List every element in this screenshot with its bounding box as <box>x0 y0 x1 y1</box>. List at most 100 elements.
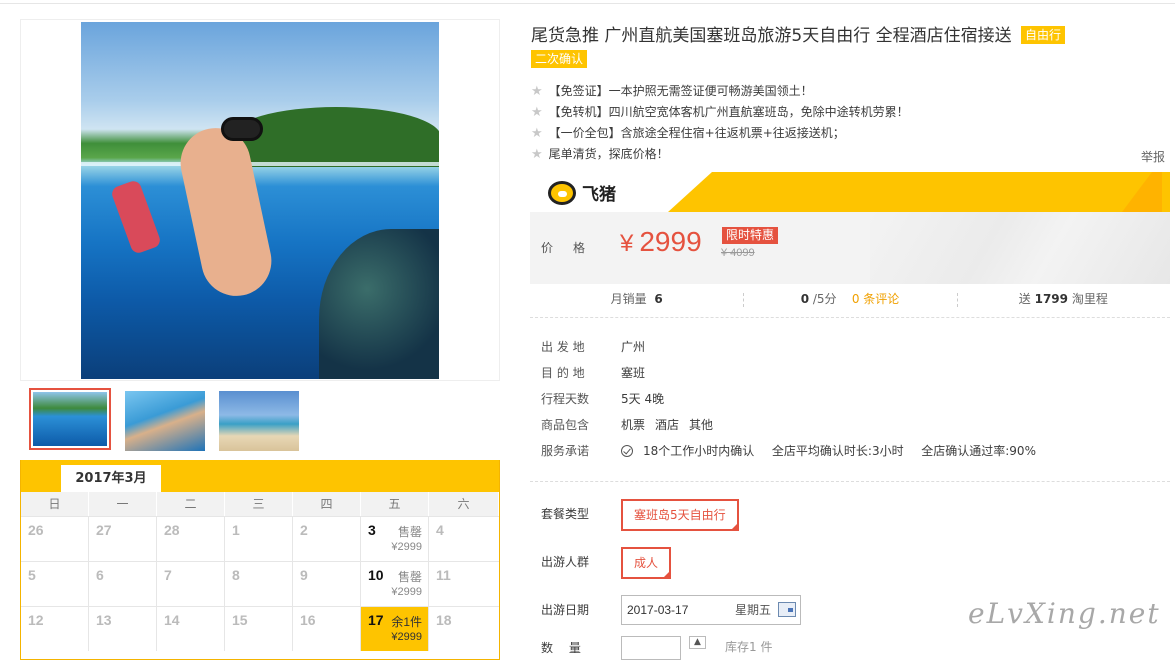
info-row-destination: 目 的 地塞班 <box>541 366 646 380</box>
day-number: 8 <box>232 567 240 583</box>
quantity-increment-button[interactable]: ▲ <box>689 636 706 649</box>
fliggy-logo[interactable]: 飞猪 <box>548 180 616 205</box>
calendar-week: 26 27 28 1 2 3 售罄 ¥2999 4 <box>21 516 499 561</box>
calendar-day[interactable]: 10 售罄 ¥2999 <box>361 562 429 606</box>
day-number: 13 <box>96 612 112 628</box>
day-number: 17 <box>368 612 384 628</box>
banner-yellow-band <box>668 172 1170 212</box>
day-number: 2 <box>300 522 308 538</box>
calendar-day[interactable]: 3 售罄 ¥2999 <box>361 517 429 561</box>
top-divider <box>0 3 1175 4</box>
original-price: ¥ 4099 <box>721 247 755 259</box>
star-icon: ★ <box>531 105 543 120</box>
tag-row: 二次确认 <box>531 50 588 69</box>
day-number: 10 <box>368 567 384 583</box>
info-row-service: 服务承诺 18个工作小时内确认 全店平均确认时长:3小时 全店确认通过率:90% <box>541 444 1036 458</box>
price-label: 价格 <box>541 241 606 255</box>
calendar-day: 13 <box>89 607 157 651</box>
quantity-label: 数 量 <box>541 641 587 655</box>
day-number: 9 <box>300 567 308 583</box>
package-type-label: 套餐类型 <box>541 507 590 521</box>
stats-bar: 月销量 6 0 /5分 0 条评论 送 1799 淘里程 <box>530 284 1170 318</box>
calendar-day[interactable]: 17 余1件 ¥2999 <box>361 607 429 651</box>
fliggy-brand-text: 飞猪 <box>582 185 616 205</box>
calendar-icon[interactable] <box>778 602 796 617</box>
star-icon: ★ <box>531 84 543 99</box>
price-box-background <box>870 212 1170 284</box>
day-number: 6 <box>96 567 104 583</box>
day-number: 3 <box>368 522 376 538</box>
calendar-day: 5 <box>21 562 89 606</box>
promo-badge: 限时特惠 <box>722 227 779 244</box>
day-number: 7 <box>164 567 172 583</box>
free-travel-tag: 自由行 <box>1021 26 1066 44</box>
day-number: 16 <box>300 612 316 628</box>
day-number: 12 <box>28 612 44 628</box>
monthly-sales: 月销量 6 <box>610 292 663 306</box>
info-row-departure: 出 发 地广州 <box>541 340 646 354</box>
stock-text: 库存1 件 <box>725 640 773 654</box>
price-box: 价格 ¥2999 限时特惠 ¥ 4099 <box>530 212 1170 284</box>
thumbnail-1[interactable] <box>29 388 111 450</box>
weekday-label: 四 <box>293 492 361 516</box>
fliggy-banner: 飞猪 <box>530 172 1170 212</box>
feature-item: ★ 【一价全包】含旅途全程住宿+往返机票+往返接送机； <box>531 126 845 141</box>
info-row-duration: 行程天数 5天 4晚 <box>541 392 665 406</box>
feature-item: ★ 尾单清货，探底价格！ <box>531 147 669 162</box>
star-icon: ★ <box>531 126 543 141</box>
site-watermark: eLvXing.net <box>968 597 1161 630</box>
calendar-month-tab[interactable]: 2017年3月 <box>61 465 161 492</box>
feature-item: ★ 【免签证】一本护照无需签证便可畅游美国领土！ <box>531 84 813 99</box>
current-price: ¥2999 <box>620 226 702 258</box>
weekday-label: 五 <box>361 492 429 516</box>
thumbnail-3[interactable] <box>219 391 299 451</box>
quantity-input[interactable] <box>621 636 681 660</box>
main-product-image[interactable] <box>81 22 439 379</box>
reviews-link[interactable]: 0 条评论 <box>852 292 899 306</box>
day-status: 余1件 <box>391 615 422 629</box>
calendar-day: 12 <box>21 607 89 651</box>
waterline-graphic <box>81 162 439 166</box>
date-value: 2017-03-17 <box>627 603 689 617</box>
date-calendar: 2017年3月 日 一 二 三 四 五 六 26 27 28 1 2 3 售罄 ¥2999 4 5… <box>20 460 500 660</box>
product-title-text: 尾货急推 广州直航美国塞班岛旅游5天自由行 全程酒店住宿接送 <box>531 26 1012 46</box>
day-number: 26 <box>28 522 44 538</box>
mileage-points: 送 1799 淘里程 <box>956 284 1170 317</box>
crowd-option-button[interactable]: 成人 <box>621 547 672 579</box>
fin-graphic <box>109 178 163 256</box>
day-number: 11 <box>436 567 451 583</box>
package-option-button[interactable]: 塞班岛5天自由行 <box>621 499 739 531</box>
calendar-day: 11 <box>429 562 499 606</box>
thumbnail-2[interactable] <box>125 391 205 451</box>
calendar-day: 4 <box>429 517 499 561</box>
price-value: 2999 <box>639 226 702 257</box>
calendar-grid: 26 27 28 1 2 3 售罄 ¥2999 4 5 6 7 8 9 10 售罄 ¥2999 11 12 13 14 1… <box>21 516 499 651</box>
calendar-week: 12 13 14 15 16 17 余1件 ¥2999 18 <box>21 606 499 651</box>
day-price: ¥2999 <box>391 586 422 598</box>
day-number: 18 <box>436 612 452 628</box>
weekday-label: 六 <box>429 492 499 516</box>
weekday-label: 三 <box>225 492 293 516</box>
product-title: 尾货急推 广州直航美国塞班岛旅游5天自由行 全程酒店住宿接送 自由行 <box>531 21 1066 46</box>
calendar-header: 2017年3月 <box>21 460 499 492</box>
travel-date-input[interactable]: 2017-03-17 星期五 <box>621 595 801 625</box>
day-number: 14 <box>164 612 180 628</box>
report-link[interactable]: 举报 <box>1141 148 1165 165</box>
product-info: 出 发 地广州 目 的 地塞班 行程天数 5天 4晚 商品包含 机票 酒店 其他 服务承… <box>541 334 1046 464</box>
calendar-day: 16 <box>293 607 361 651</box>
calendar-day: 2 <box>293 517 361 561</box>
calendar-day: 9 <box>293 562 361 606</box>
weekday-label: 一 <box>89 492 157 516</box>
rating-summary: 0 /5分 0 条评论 <box>743 284 956 317</box>
section-divider <box>530 481 1170 482</box>
calendar-day: 28 <box>157 517 225 561</box>
second-confirm-tag: 二次确认 <box>531 50 588 68</box>
day-status: 售罄 <box>397 525 422 539</box>
weekday-value: 星期五 <box>735 603 772 617</box>
crowd-label: 出游人群 <box>541 555 590 569</box>
calendar-day: 7 <box>157 562 225 606</box>
travel-date-label: 出游日期 <box>541 603 590 617</box>
day-status: 售罄 <box>397 570 422 584</box>
fliggy-pig-icon <box>548 180 576 205</box>
day-number: 27 <box>96 522 112 538</box>
